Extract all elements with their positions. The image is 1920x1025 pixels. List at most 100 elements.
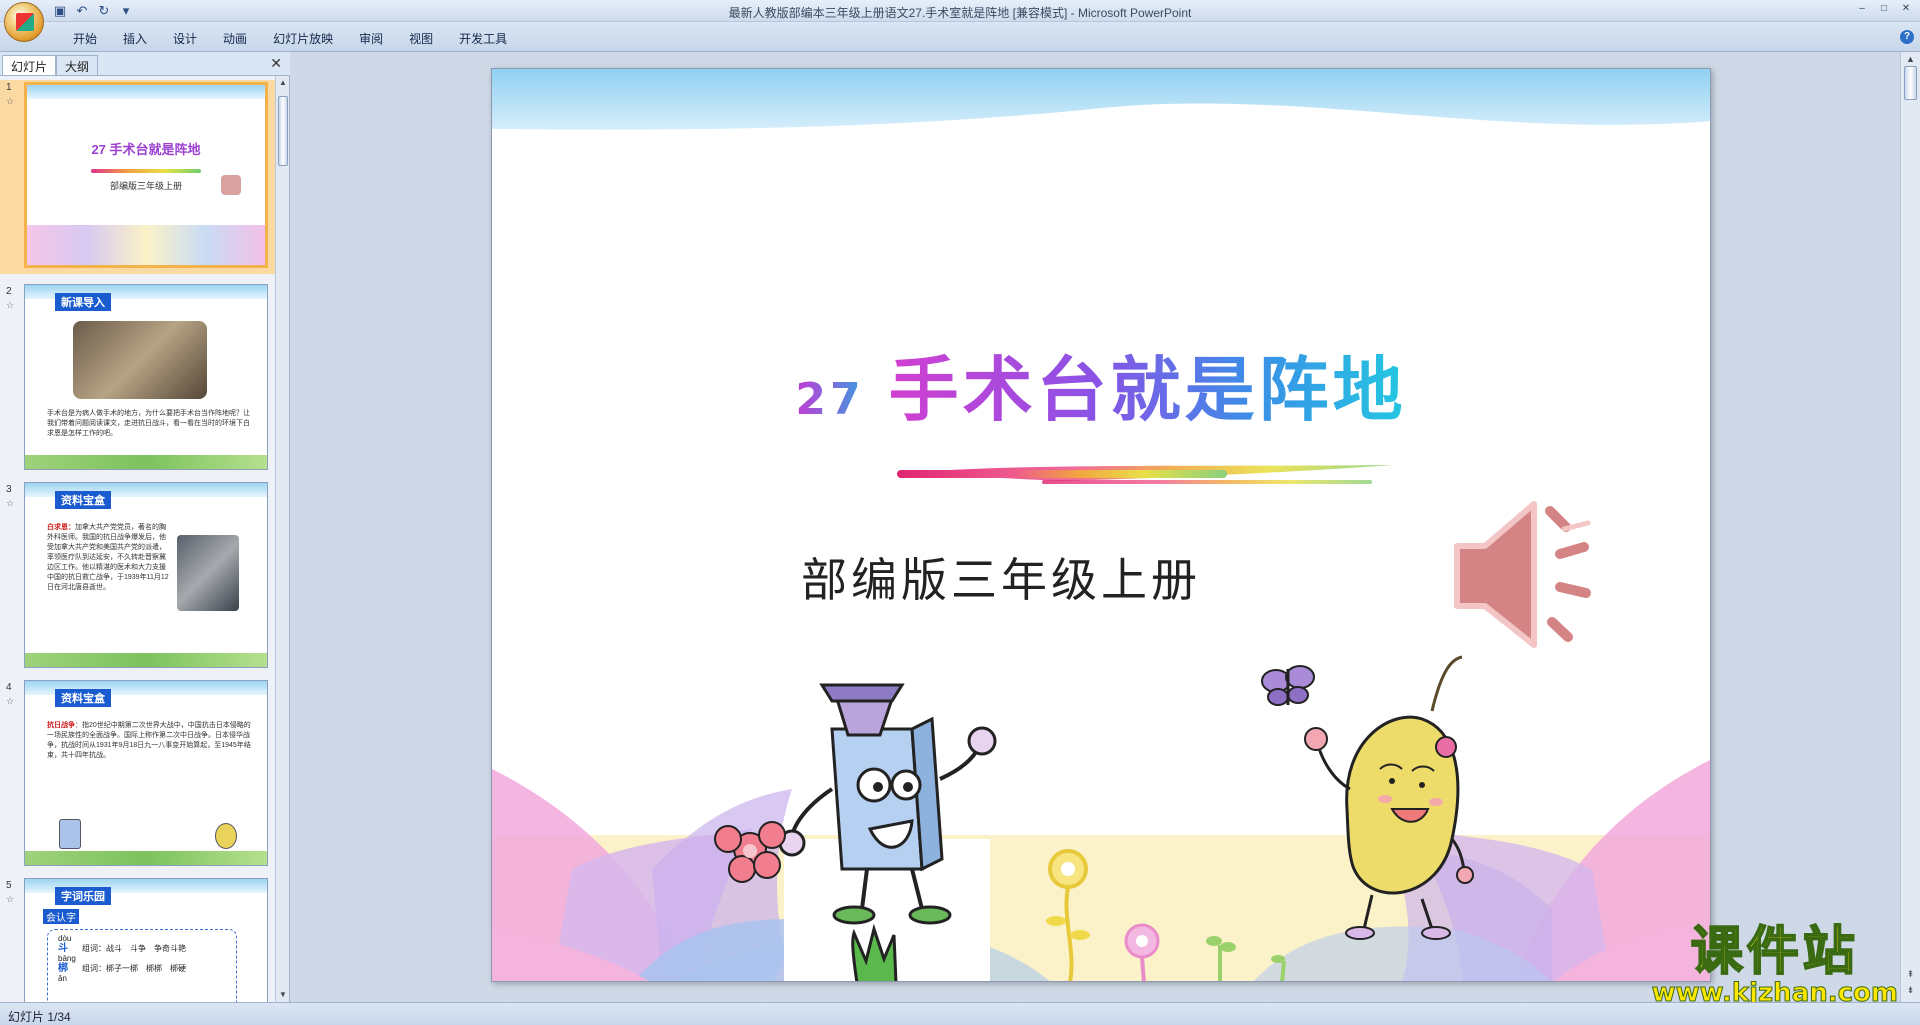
thumbnail-number: 4: [6, 682, 12, 693]
prev-slide-icon[interactable]: ⇞: [1904, 969, 1917, 980]
thumbnail-body: 抗日战争：指20世纪中期第二次世界大战中，中国抗击日本侵略的一场民族性的全面战争…: [47, 721, 253, 761]
close-button[interactable]: ✕: [1896, 2, 1916, 16]
watermark-brand: 课件站: [1690, 922, 1859, 982]
pinyin: ǎn: [58, 974, 67, 983]
panel-tabs: 幻灯片 大纲 ✕: [0, 52, 290, 76]
thumbnail-highlight: 白求恩：: [47, 524, 75, 531]
lesson-number: 27: [795, 374, 865, 425]
minimize-button[interactable]: –: [1852, 2, 1872, 16]
thumbnail-body-text: ：指20世纪中期第二次世界大战中，中国抗击日本侵略的一场民族性的全面战争。国际上…: [47, 722, 251, 759]
slide-decoration: [492, 69, 1710, 981]
tab-animations[interactable]: 动画: [210, 30, 260, 47]
char: 梆: [58, 963, 68, 974]
words: 组词：梆子一梆 梆梆 梆硬: [82, 964, 186, 973]
slide-title[interactable]: 27 手术台就是阵地: [492, 334, 1710, 435]
brush-stroke-main: [897, 470, 1227, 478]
thumbnail-slide-1[interactable]: 27 手术台就是阵地 部编版三年级上册: [24, 82, 268, 268]
ribbon: 开始 插入 设计 动画 幻灯片放映 审阅 视图 开发工具 ?: [0, 22, 1920, 52]
scroll-up-icon[interactable]: ▲: [1904, 54, 1917, 64]
panel-close-icon[interactable]: ✕: [270, 55, 282, 72]
animation-star-icon: ☆: [6, 96, 15, 106]
panel-scrollbar[interactable]: ▲ ▼: [275, 76, 289, 1002]
thumbnail-number: 3: [6, 484, 12, 495]
char: 斗: [58, 943, 68, 954]
window-controls: – □ ✕: [1852, 2, 1916, 16]
office-button[interactable]: [4, 2, 44, 42]
help-icon[interactable]: ?: [1900, 30, 1914, 44]
tab-outline[interactable]: 大纲: [56, 55, 99, 75]
pinyin: bāng: [58, 954, 76, 963]
pinyin: dòu: [58, 934, 72, 943]
butterfly: [1261, 665, 1315, 706]
animation-star-icon: ☆: [6, 696, 15, 706]
animation-star-icon: ☆: [6, 300, 15, 310]
thumbnail-list: 1 ☆ 27 手术台就是阵地 部编版三年级上册 2 ☆ 新课导入 手术台是为病人…: [0, 76, 276, 1002]
next-slide-icon[interactable]: ⇟: [1904, 985, 1917, 996]
status-bar: 幻灯片 1/34: [0, 1002, 1920, 1025]
section-header: 资料宝盒: [55, 689, 111, 707]
thumbnail-photo: [177, 535, 239, 611]
thumbnail-number: 2: [6, 286, 12, 297]
thumbnail-body: 手术台是为病人做手术的地方，为什么要把手术台当作阵地呢？让我们带着问题阅读课文，…: [47, 410, 250, 437]
speaker-icon: [1454, 501, 1591, 648]
petal-ground: [27, 225, 265, 265]
book-character-icon: [59, 819, 81, 849]
thumbnail-slide-4[interactable]: 资料宝盒 抗日战争：指20世纪中期第二次世界大战中，中国抗击日本侵略的一场民族性…: [24, 680, 268, 866]
thumbnail-slide-3[interactable]: 资料宝盒 白求恩：加拿大共产党党员，著名的胸外科医师。我国的抗日战争爆发后，他受…: [24, 482, 268, 668]
sky-band: [27, 85, 265, 99]
grass-band: [25, 455, 267, 469]
scroll-down-icon[interactable]: ▼: [278, 990, 288, 1000]
thumbnail-title: 27 手术台就是阵地: [91, 142, 201, 157]
tab-developer[interactable]: 开发工具: [446, 30, 520, 47]
thumbnail-item-1[interactable]: 1 ☆ 27 手术台就是阵地 部编版三年级上册: [0, 80, 276, 274]
main-scrollbar[interactable]: ▲ ⇞ ⇟: [1900, 52, 1920, 1002]
brush-stroke: [91, 169, 201, 173]
sky-wave: [492, 69, 1710, 130]
section-header: 资料宝盒: [55, 491, 111, 509]
grass-band: [25, 653, 267, 667]
thumbnail-body: 白求恩：加拿大共产党党员，著名的胸外科医师。我国的抗日战争爆发后，他受加拿大共产…: [47, 523, 171, 593]
title-bar: ▣ ↶ ↻ ▾ 最新人教版部编本三年级上册语文27.手术室就是阵地 [兼容模式]…: [0, 0, 1920, 42]
animation-star-icon: ☆: [6, 498, 15, 508]
thumbnail-item-4[interactable]: 4 ☆ 资料宝盒 抗日战争：指20世纪中期第二次世界大战中，中国抗击日本侵略的一…: [0, 680, 276, 872]
maximize-button[interactable]: □: [1874, 2, 1894, 16]
slide-indicator: 幻灯片 1/34: [8, 1010, 71, 1024]
thumbnail-slide-5[interactable]: 字词乐园 会认字 dòu 斗 组词：战斗 斗争 争奇斗艳 bāng 梆 组词：梆子一…: [24, 878, 268, 1002]
tab-view[interactable]: 视图: [396, 30, 446, 47]
main-slide[interactable]: 27 手术台就是阵地 部编版三年级上册: [491, 68, 1711, 982]
word-box: dòu 斗 组词：战斗 斗争 争奇斗艳 bāng 梆 组词：梆子一梆 梆梆 梆硬 ǎ…: [47, 929, 237, 1002]
tab-insert[interactable]: 插入: [110, 30, 160, 47]
thumbnail-body-text: 加拿大共产党党员，著名的胸外科医师。我国的抗日战争爆发后，他受加拿大共产党和美国…: [47, 524, 169, 591]
tab-slideshow[interactable]: 幻灯片放映: [260, 30, 346, 47]
scroll-up-icon[interactable]: ▲: [278, 78, 288, 88]
brush-stroke-second: [1042, 480, 1372, 484]
office-logo-icon: [16, 13, 34, 31]
tab-review[interactable]: 审阅: [346, 30, 396, 47]
window-title: 最新人教版部编本三年级上册语文27.手术室就是阵地 [兼容模式] - Micro…: [728, 6, 1192, 20]
grass-band: [25, 851, 267, 865]
tab-design[interactable]: 设计: [160, 30, 210, 47]
watermark: 课件站 www.kjzhan.com: [1651, 922, 1898, 1007]
speaker-icon: [221, 175, 241, 195]
ribbon-tabs: 开始 插入 设计 动画 幻灯片放映 审阅 视图 开发工具: [60, 30, 520, 47]
section-header: 新课导入: [55, 293, 111, 311]
lesson-title: 手术台就是阵地: [888, 349, 1407, 431]
slide-subtitle[interactable]: 部编版三年级上册: [732, 544, 1270, 610]
tag-badge: 会认字: [43, 909, 79, 924]
slides-panel: 幻灯片 大纲 ✕ 1 ☆ 27 手术台就是阵地 部编版三年级上册 2 ☆ 新课导…: [0, 52, 290, 1002]
animation-star-icon: ☆: [6, 894, 15, 904]
tab-slides[interactable]: 幻灯片: [2, 55, 57, 75]
tab-home[interactable]: 开始: [60, 30, 110, 47]
scroll-thumb[interactable]: [278, 96, 288, 166]
thumbnail-item-2[interactable]: 2 ☆ 新课导入 手术台是为病人做手术的地方，为什么要把手术台当作阵地呢？让我们…: [0, 284, 276, 476]
bean-character-icon: [215, 823, 237, 849]
thumbnail-item-5[interactable]: 5 ☆ 字词乐园 会认字 dòu 斗 组词：战斗 斗争 争奇斗艳 bāng 梆 组词…: [0, 878, 276, 1002]
thumbnail-photo: [73, 321, 207, 399]
thumbnail-number: 1: [6, 82, 12, 93]
word-line-1: dòu 斗 组词：战斗 斗争 争奇斗艳 bāng 梆 组词：梆子一梆 梆梆 梆硬 ǎ…: [58, 934, 186, 984]
thumbnail-slide-2[interactable]: 新课导入 手术台是为病人做手术的地方，为什么要把手术台当作阵地呢？让我们带着问题…: [24, 284, 268, 470]
thumbnail-item-3[interactable]: 3 ☆ 资料宝盒 白求恩：加拿大共产党党员，著名的胸外科医师。我国的抗日战争爆发…: [0, 482, 276, 674]
thumbnail-number: 5: [6, 880, 12, 891]
section-header: 字词乐园: [55, 887, 111, 905]
scroll-thumb[interactable]: [1904, 66, 1917, 100]
